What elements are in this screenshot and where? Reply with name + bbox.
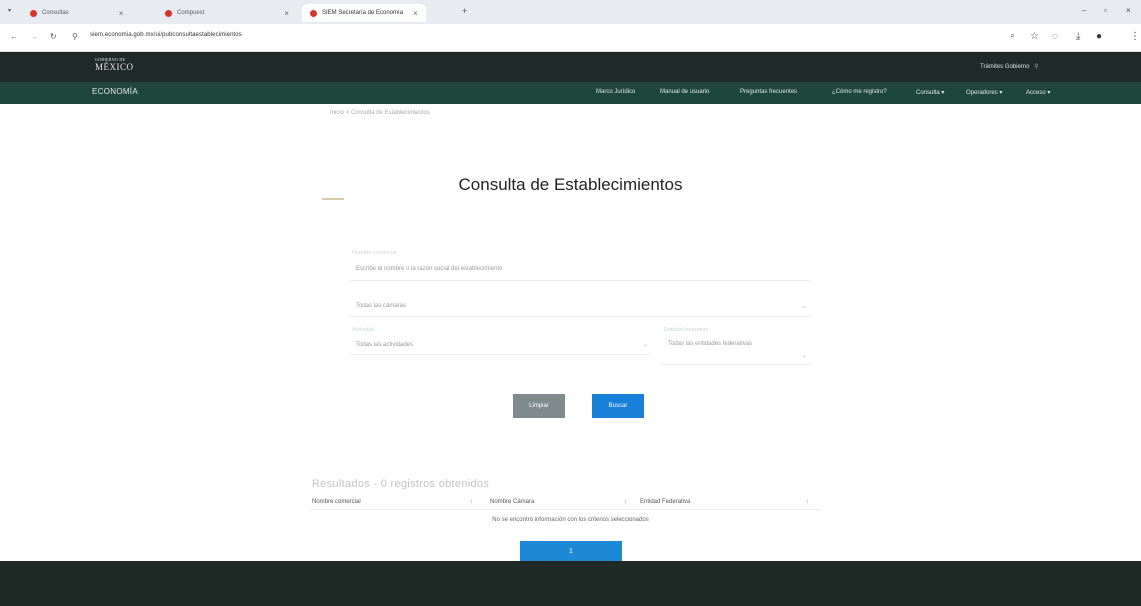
menu-item-acceso[interactable]: Acceso ▾: [1026, 89, 1050, 96]
search-button[interactable]: Buscar: [592, 394, 644, 418]
search-icon[interactable]: ⚲: [1034, 64, 1038, 70]
search-icon[interactable]: ⌕: [1010, 31, 1014, 41]
chevron-down-icon[interactable]: ⌄: [643, 341, 648, 348]
title-accent-line: [322, 198, 344, 200]
tab-label: SIEM Secretaría de Economía: [322, 10, 404, 16]
forward-icon[interactable]: →: [30, 32, 38, 41]
camara-select[interactable]: Todas las cámaras: [356, 303, 406, 309]
decorative-mark: ·: [410, 212, 412, 218]
menu-item-marco[interactable]: Marco Jurídico: [596, 89, 635, 95]
menu-item-registro[interactable]: ¿Cómo me registro?: [832, 89, 887, 95]
actividad-select-underline: [350, 354, 650, 355]
actividad-select[interactable]: Todas las actividades: [356, 342, 413, 348]
entidad-select-underline: [662, 364, 810, 365]
column-header-entidad[interactable]: Entidad Federativa: [640, 499, 690, 505]
close-tab-icon[interactable]: ×: [413, 9, 418, 18]
browser-tab-strip: ▾ Consultas × Compuest × SIEM Secretaría…: [0, 0, 1141, 24]
actividad-label: Actividad: [352, 327, 375, 333]
results-header-divider: [310, 509, 820, 510]
tab-label: Consultas: [42, 10, 69, 16]
maximize-button[interactable]: ▫: [1104, 6, 1107, 15]
menu-item-operadores[interactable]: Operadores ▾: [966, 89, 1002, 96]
decorative-mark: ·: [412, 195, 414, 201]
tab-list-chevron-icon[interactable]: ▾: [8, 7, 11, 14]
name-field-label: Nombre comercial: [352, 250, 397, 256]
sort-icon[interactable]: ↕: [624, 499, 627, 505]
menu-item-consulta[interactable]: Consulta ▾: [916, 89, 944, 96]
economia-title[interactable]: ECONOMÍA: [92, 87, 138, 96]
chevron-down-icon[interactable]: ⌄: [802, 303, 807, 310]
browser-tab-2[interactable]: Compuest ×: [165, 4, 289, 22]
chevron-down-icon[interactable]: ⌄: [802, 352, 807, 359]
empty-results-message: No se encontró información con los crite…: [492, 517, 649, 523]
close-tab-icon[interactable]: ×: [284, 9, 289, 18]
results-title: Resultados - 0 registros obtenidos: [312, 478, 490, 490]
tab-label: Compuest: [177, 10, 205, 16]
logo-big-text: MÉXICO: [95, 62, 134, 72]
download-icon[interactable]: ⤓: [1076, 31, 1080, 42]
name-input-underline: [350, 280, 810, 281]
gob-mx-logo[interactable]: GOBIERNO DE MÉXICO: [95, 57, 134, 72]
column-header-camara[interactable]: Nombre Cámara: [490, 499, 534, 505]
gob-header: [0, 52, 1141, 82]
entidad-select[interactable]: Todas las entidades federativas: [668, 340, 768, 349]
reload-icon[interactable]: ↻: [50, 32, 57, 41]
favicon-icon: [310, 9, 317, 17]
minimize-button[interactable]: –: [1082, 6, 1086, 15]
profile-icon[interactable]: ●: [1096, 31, 1102, 42]
address-bar-row: ← → ↻ ⚲ siem.economia.gob.mx/ui/pubconsu…: [0, 24, 1141, 52]
menu-item-manual[interactable]: Manual de usuario: [660, 89, 709, 95]
entidad-label: Entidad federativa: [664, 327, 709, 333]
new-tab-button[interactable]: +: [462, 6, 467, 16]
site-info-icon[interactable]: ⚲: [72, 32, 78, 41]
menu-item-preguntas[interactable]: Preguntas frecuentes: [740, 89, 797, 95]
extensions-icon[interactable]: ◌: [1052, 31, 1058, 42]
star-icon[interactable]: ☆: [1030, 31, 1039, 42]
pagination-page-1[interactable]: 1: [520, 541, 622, 561]
clear-button[interactable]: Limpiar: [513, 394, 565, 418]
favicon-icon: [30, 9, 37, 17]
camara-select-underline: [350, 316, 810, 317]
browser-tab-1[interactable]: Consultas ×: [30, 4, 123, 22]
close-tab-icon[interactable]: ×: [119, 9, 124, 18]
menu-icon[interactable]: ⋮: [1130, 31, 1140, 42]
column-header-nombre[interactable]: Nombre comercial: [312, 499, 361, 505]
breadcrumb[interactable]: Inicio > Consulta de Establecimientos: [330, 110, 430, 116]
favicon-icon: [165, 9, 172, 17]
page-footer: [0, 561, 1141, 606]
sort-icon[interactable]: ↕: [470, 499, 473, 505]
sort-icon[interactable]: ↕: [806, 499, 809, 505]
page-title: Consulta de Establecimientos: [458, 175, 683, 194]
close-window-button[interactable]: ×: [1126, 6, 1131, 15]
url-input[interactable]: siem.economia.gob.mx/ui/pubconsultaestab…: [90, 32, 242, 38]
back-icon[interactable]: ←: [10, 32, 18, 41]
gob-links-text: Trámites Gobierno: [980, 64, 1030, 70]
name-search-input[interactable]: Escribe el nombre o la razón social del …: [356, 266, 502, 272]
browser-tab-3[interactable]: SIEM Secretaría de Economía ×: [302, 4, 426, 22]
gob-header-links[interactable]: Trámites Gobierno ⚲: [980, 63, 1039, 70]
